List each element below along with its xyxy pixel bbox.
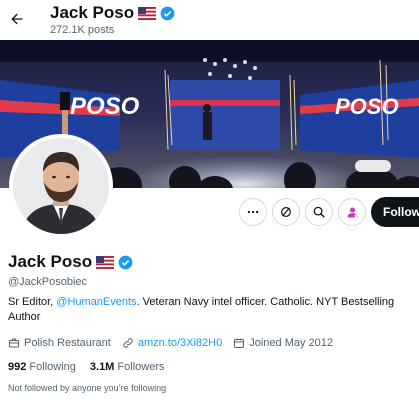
profile-handle: @JackPosobiec: [8, 276, 88, 288]
verified-badge-icon: [160, 6, 175, 20]
followed-by-note: Not followed by anyone you’re following: [8, 383, 167, 393]
profile-avatar[interactable]: [9, 134, 113, 238]
profile-header: Jack Poso 272.1K posts: [0, 0, 419, 40]
post-count: 272.1K posts: [50, 24, 115, 36]
subscribe-icon: [347, 207, 358, 218]
us-flag-icon: [138, 6, 157, 20]
notification-icon: [281, 207, 291, 217]
back-button[interactable]: [4, 6, 30, 32]
header-title: Jack Poso: [50, 3, 175, 23]
more-button[interactable]: [239, 198, 267, 226]
banner-logo-left: POSO: [70, 93, 140, 120]
profile-category: Polish Restaurant: [8, 337, 111, 349]
avatar-image: [13, 138, 109, 234]
calendar-icon: [234, 338, 245, 348]
following-link[interactable]: 992 Following: [8, 361, 76, 373]
profile-website[interactable]: amzn.to/3Xi82H0: [122, 337, 222, 349]
banner-logo-right: POSO: [335, 94, 399, 119]
us-flag-icon: [96, 255, 115, 269]
search-icon: [313, 206, 325, 218]
search-button[interactable]: [305, 198, 333, 226]
joined-date: Joined May 2012: [249, 337, 333, 349]
website-link[interactable]: amzn.to/3Xi82H0: [138, 337, 222, 349]
grok-button[interactable]: [272, 198, 300, 226]
header-name: Jack Poso: [50, 3, 135, 22]
category-label: Polish Restaurant: [24, 337, 111, 349]
verified-badge-icon[interactable]: [118, 255, 133, 270]
followers-link[interactable]: 3.1M Followers: [90, 361, 165, 373]
profile-page: Jack Poso 272.1K posts POSO POSO Follow …: [0, 0, 419, 419]
bio-mention-link[interactable]: @HumanEvents: [56, 296, 136, 308]
followers-label: Followers: [117, 361, 165, 373]
profile-name: Jack Poso: [8, 252, 93, 271]
follow-button[interactable]: Follow: [371, 197, 419, 227]
profile-bio: Sr Editor, @HumanEvents. Veteran Navy in…: [8, 295, 413, 325]
profile-meta: Polish Restaurant amzn.to/3Xi82H0 Joined…: [8, 336, 344, 350]
bio-text-start: Sr Editor,: [8, 296, 57, 308]
subscribe-button[interactable]: [338, 198, 366, 226]
more-icon: [247, 210, 259, 214]
following-count: 992: [8, 361, 27, 373]
profile-name-row: Jack Poso: [8, 252, 133, 272]
briefcase-icon: [9, 338, 19, 348]
link-icon: [123, 338, 133, 348]
profile-joined: Joined May 2012: [233, 337, 333, 349]
profile-stats: 992 Following 3.1M Followers: [8, 361, 179, 373]
arrow-left-icon: [11, 13, 23, 25]
following-label: Following: [29, 361, 76, 373]
followers-count: 3.1M: [89, 361, 115, 373]
